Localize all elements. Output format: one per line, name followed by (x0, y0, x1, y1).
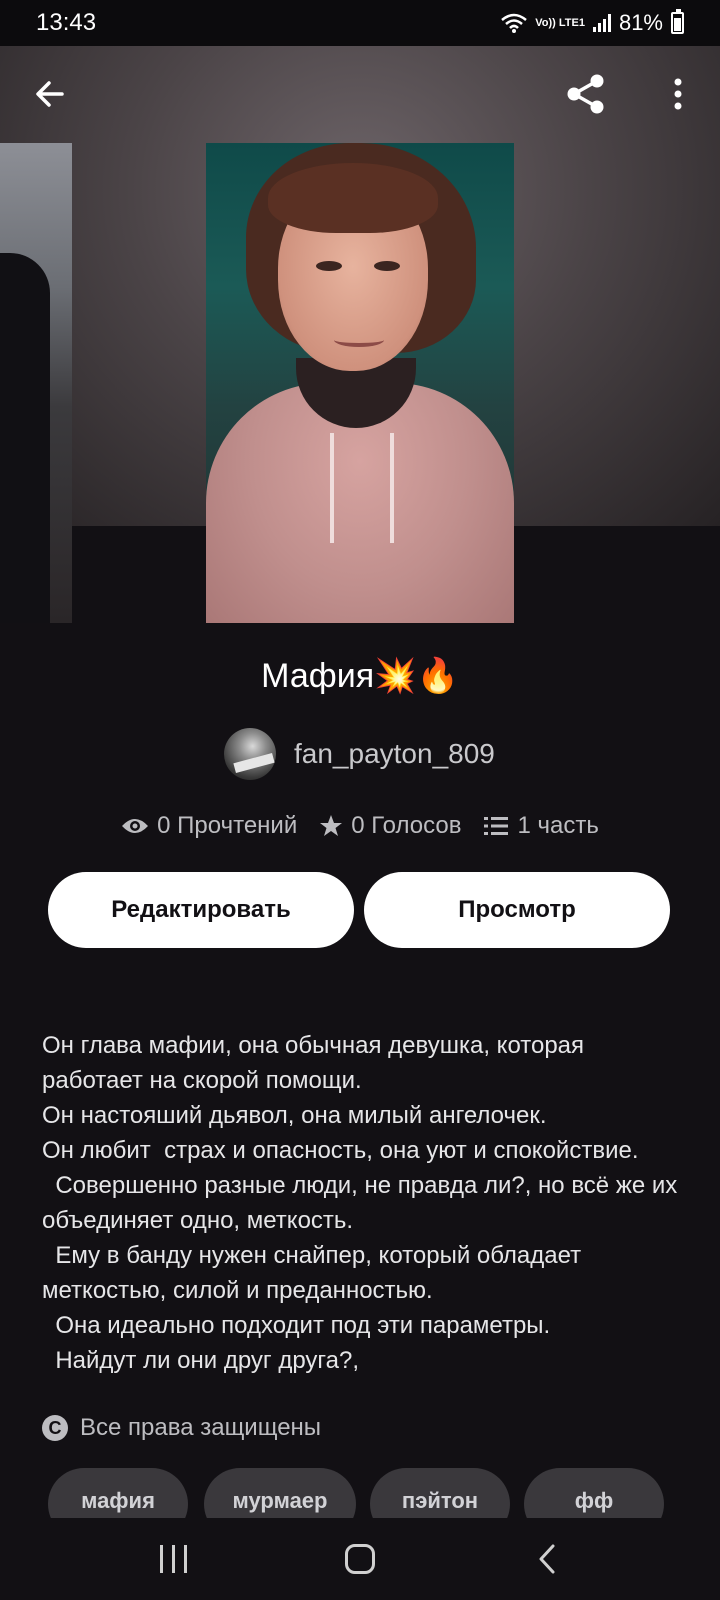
recent-apps-button[interactable] (133, 1529, 213, 1589)
status-icons: Vo)) LTE1 81% (501, 9, 684, 36)
tag-list: мафия мурмаер пэйтон фф (48, 1468, 720, 1518)
more-vertical-icon (674, 78, 682, 110)
tag-item[interactable]: фф (524, 1468, 664, 1518)
reads-count: 0 Прочтений (157, 812, 298, 839)
author-name: fan_payton_809 (294, 738, 495, 769)
votes-count: 0 Голосов (351, 812, 462, 839)
book-stats: 0 Прочтений 0 Голосов 1 часть (0, 812, 720, 840)
tag-item[interactable]: мафия (48, 1468, 188, 1518)
home-icon (344, 1544, 375, 1574)
parts-count: 1 часть (517, 812, 599, 839)
list-icon (484, 817, 509, 835)
view-button[interactable]: Просмотр (364, 872, 670, 948)
votes-stat: 0 Голосов (319, 812, 461, 840)
author-link[interactable]: fan_payton_809 (224, 728, 495, 780)
back-button[interactable] (20, 64, 80, 124)
status-bar: 13:43 Vo)) LTE1 81% (0, 0, 720, 46)
tag-item[interactable]: мурмаер (204, 1468, 356, 1518)
parts-stat: 1 часть (483, 812, 599, 840)
copyright-label: Все права защищены (80, 1414, 322, 1441)
share-button[interactable] (556, 64, 616, 124)
wifi-icon (501, 13, 528, 33)
signal-icon (592, 14, 611, 32)
home-button[interactable] (320, 1529, 400, 1589)
system-back-button[interactable] (507, 1529, 587, 1589)
status-time: 13:43 (36, 9, 97, 36)
share-icon (567, 74, 604, 114)
star-icon (320, 815, 343, 836)
author-avatar (224, 728, 276, 780)
battery-percent: 81% (618, 10, 663, 35)
system-nav-bar (0, 1518, 720, 1600)
previous-book-cover[interactable] (0, 143, 72, 623)
book-cover[interactable] (206, 143, 514, 623)
recents-icon (159, 1545, 187, 1573)
reads-stat: 0 Прочтений (121, 812, 297, 840)
copyright-icon: C (42, 1415, 68, 1441)
book-title: Мафия💥🔥 (261, 657, 459, 695)
chevron-left-icon (539, 1544, 555, 1574)
edit-button[interactable]: Редактировать (48, 872, 354, 948)
eye-icon (122, 819, 149, 833)
book-description: Он глава мафии, она обычная девушка, кот… (42, 1032, 678, 1374)
copyright-notice: C Все права защищены (42, 1414, 321, 1442)
tag-item[interactable]: пэйтон (370, 1468, 510, 1518)
arrow-left-icon (36, 81, 64, 107)
more-options-button[interactable] (648, 64, 708, 124)
network-indicator: Vo)) LTE1 (535, 16, 585, 29)
battery-icon (671, 9, 684, 34)
